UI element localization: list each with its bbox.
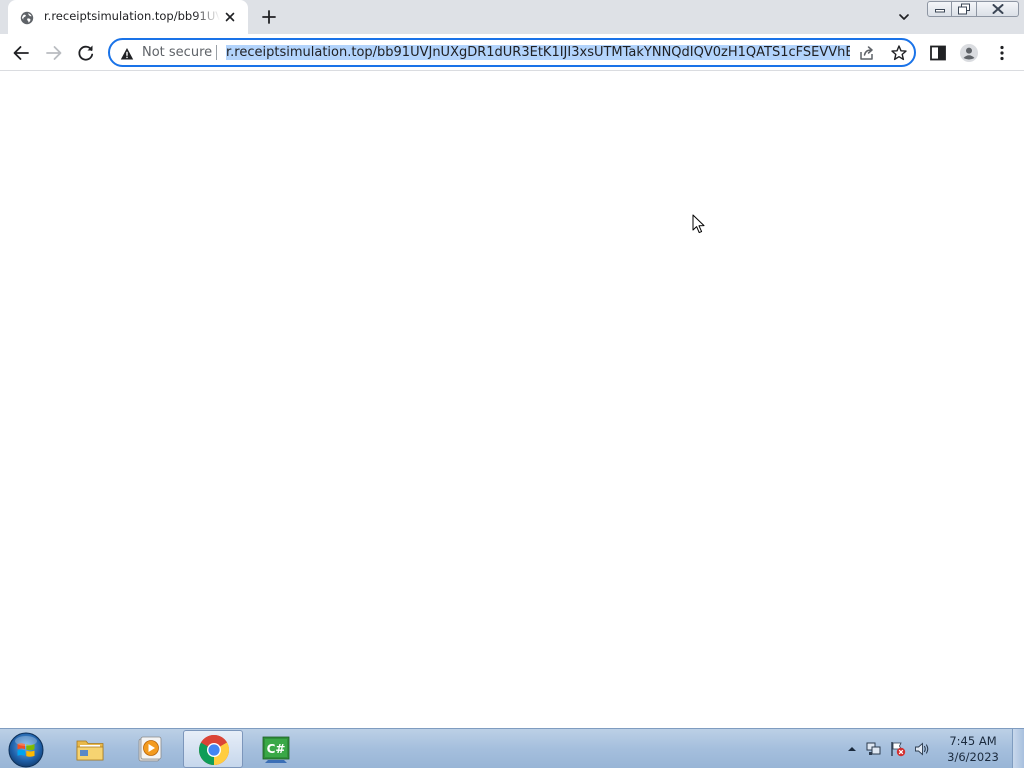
minimize-icon[interactable]: [927, 1, 952, 17]
chevron-down-icon[interactable]: [895, 8, 913, 26]
taskbar-item-explorer[interactable]: [60, 730, 120, 768]
reload-icon[interactable]: [75, 42, 97, 64]
page-content: [0, 72, 1024, 728]
taskbar-item-media-player[interactable]: [120, 730, 180, 768]
action-center-flag-icon[interactable]: [890, 741, 906, 757]
security-status-label[interactable]: Not secure: [142, 45, 212, 60]
close-icon[interactable]: [222, 9, 238, 25]
screen: r.receiptsimulation.top/bb91UVJnUXgDR1dU…: [0, 0, 1024, 768]
url-selected-text: r.receiptsimulation.top/bb91UVJnUXgDR1dU…: [226, 45, 850, 60]
star-icon[interactable]: [890, 44, 908, 62]
close-icon[interactable]: [977, 1, 1019, 17]
maximize-icon[interactable]: [952, 1, 977, 17]
share-icon[interactable]: [858, 44, 876, 62]
taskbar-item-csharp-app[interactable]: C#: [246, 730, 306, 768]
profile-icon[interactable]: [958, 42, 980, 64]
show-desktop-button[interactable]: [1012, 729, 1024, 768]
clock-time: 7:45 AM: [949, 734, 997, 748]
tab-title: r.receiptsimulation.top/bb91UVJnUXgDR1dU…: [44, 9, 220, 23]
mouse-cursor-icon: [692, 214, 706, 234]
arrow-right-icon[interactable]: [43, 42, 65, 64]
taskbar: C# 7:45 AM 3/6/2023: [0, 728, 1024, 768]
taskbar-item-chrome[interactable]: [183, 730, 243, 768]
url-input[interactable]: r.receiptsimulation.top/bb91UVJnUXgDR1dU…: [226, 43, 850, 62]
warning-triangle-icon[interactable]: [120, 46, 134, 60]
svg-text:C#: C#: [267, 742, 286, 756]
divider: [216, 45, 217, 60]
kebab-menu-icon[interactable]: [991, 42, 1013, 64]
network-icon[interactable]: [866, 741, 882, 757]
tab-strip: r.receiptsimulation.top/bb91UVJnUXgDR1dU…: [0, 0, 1024, 34]
arrow-left-icon[interactable]: [10, 42, 32, 64]
volume-icon[interactable]: [914, 741, 930, 757]
browser-tab[interactable]: r.receiptsimulation.top/bb91UVJnUXgDR1dU…: [8, 0, 248, 34]
side-panel-icon[interactable]: [927, 42, 949, 64]
system-clock[interactable]: 7:45 AM 3/6/2023: [934, 733, 1012, 765]
plus-icon[interactable]: [258, 6, 280, 28]
globe-icon: [20, 10, 34, 25]
windows-start-orb-icon[interactable]: [6, 730, 46, 768]
show-hidden-icons-icon[interactable]: [844, 741, 860, 757]
browser-toolbar: Not secure r.receiptsimulation.top/bb91U…: [0, 34, 1024, 71]
address-bar[interactable]: Not secure r.receiptsimulation.top/bb91U…: [108, 38, 916, 67]
clock-date: 3/6/2023: [947, 750, 999, 764]
